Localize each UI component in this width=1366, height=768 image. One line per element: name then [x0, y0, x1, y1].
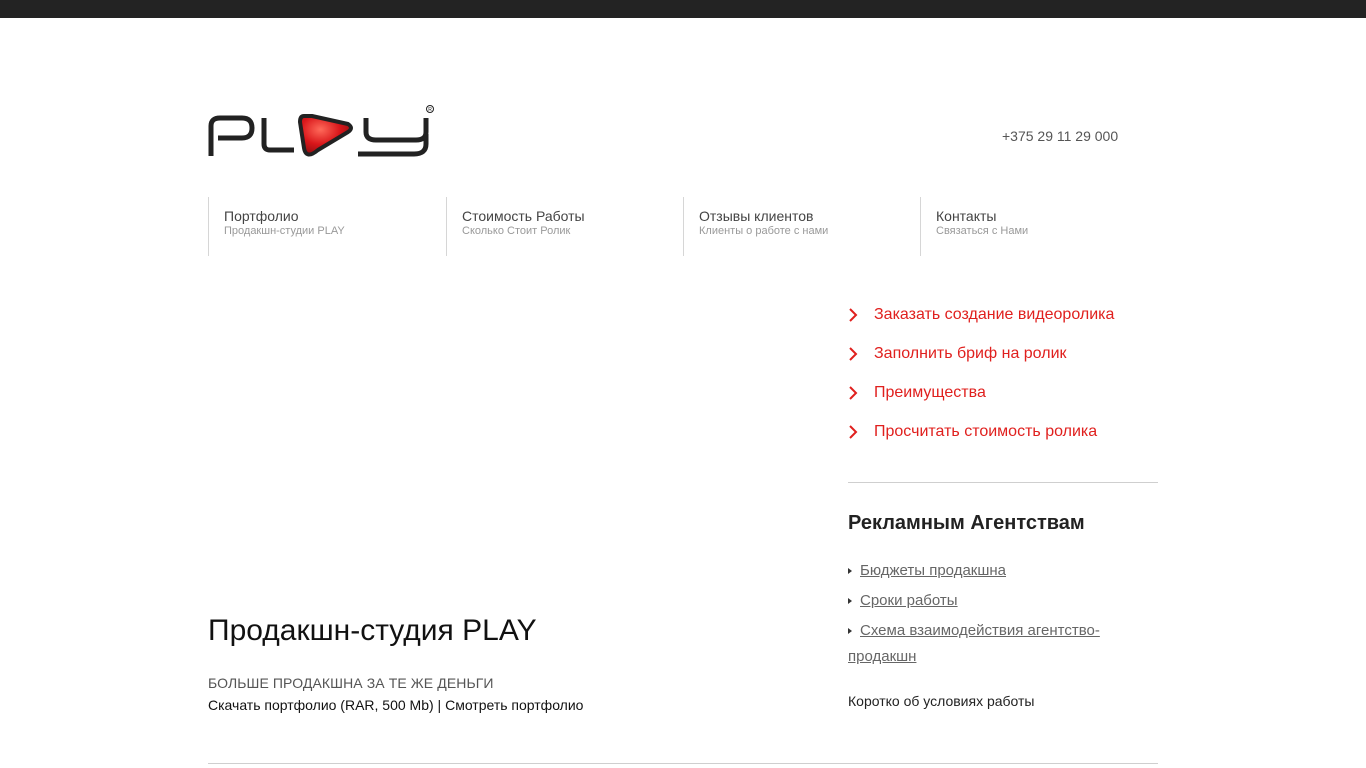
timelines-link[interactable]: Сроки работы [848, 588, 1148, 614]
nav-subtitle: Продакшн-студии PLAY [224, 225, 345, 237]
download-portfolio-link[interactable]: Скачать портфолио (RAR, 500 Mb) [208, 697, 434, 713]
advantages-link[interactable]: Преимущества [848, 382, 1158, 421]
divider [208, 763, 1158, 764]
agency-item-label: Сроки работы [860, 592, 958, 609]
nav-item-pricing[interactable]: Стоимость Работы Сколько Стоит Ролик [446, 197, 683, 256]
chevron-right-icon [849, 347, 858, 361]
nav-title: Портфолио [224, 208, 299, 224]
order-video-link[interactable]: Заказать создание видеоролика [848, 304, 1158, 343]
top-bar [0, 0, 1366, 18]
divider [848, 482, 1158, 483]
page-title: Продакшн-студия PLAY [208, 614, 537, 647]
nav-title: Стоимость Работы [462, 208, 585, 224]
svg-text:R: R [428, 107, 432, 113]
action-label: Просчитать стоимость ролика [874, 423, 1098, 440]
nav-subtitle: Связаться с Нами [936, 225, 1029, 237]
nav-subtitle: Сколько Стоит Ролик [462, 225, 571, 237]
action-label: Заполнить бриф на ролик [874, 345, 1067, 362]
nav-item-contacts[interactable]: Контакты Связаться с Нами [920, 197, 1157, 256]
chevron-right-icon [849, 308, 858, 322]
fill-brief-link[interactable]: Заполнить бриф на ролик [848, 343, 1158, 382]
link-separator: | [433, 697, 446, 713]
bullet-triangle-icon [848, 628, 852, 634]
agencies-heading: Рекламным Агентствам [848, 512, 1085, 534]
agency-item-label: Бюджеты продакшна [860, 562, 1007, 579]
bullet-triangle-icon [848, 598, 852, 604]
view-portfolio-link[interactable]: Смотреть портфолио [445, 697, 583, 713]
nav-item-portfolio[interactable]: Портфолио Продакшн-студии PLAY [208, 197, 445, 256]
budgets-link[interactable]: Бюджеты продакшна [848, 558, 1148, 584]
agencies-list: Бюджеты продакшна Сроки работы Схема вза… [848, 558, 1148, 674]
chevron-right-icon [849, 425, 858, 439]
bullet-triangle-icon [848, 568, 852, 574]
phone-number[interactable]: +375 29 11 29 000 [1002, 128, 1118, 144]
action-label: Заказать создание видеоролика [874, 306, 1115, 323]
nav-title: Отзывы клиентов [699, 208, 814, 224]
action-links: Заказать создание видеоролика Заполнить … [848, 304, 1158, 460]
calculate-cost-link[interactable]: Просчитать стоимость ролика [848, 421, 1158, 460]
nav-title: Контакты [936, 208, 997, 224]
tagline: БОЛЬШЕ ПРОДАКШНА ЗА ТЕ ЖЕ ДЕНЬГИ [208, 675, 494, 691]
agency-item-label: Схема взаимодействия агентство-продакшн [848, 622, 1100, 665]
workflow-scheme-link[interactable]: Схема взаимодействия агентство-продакшн [848, 618, 1148, 670]
nav-item-reviews[interactable]: Отзывы клиентов Клиенты о работе с нами [683, 197, 920, 256]
chevron-right-icon [849, 386, 858, 400]
action-label: Преимущества [874, 384, 986, 401]
short-conditions-link[interactable]: Коротко об условиях работы [848, 693, 1035, 709]
play-logo[interactable]: R [208, 104, 438, 166]
portfolio-links: Скачать портфолио (RAR, 500 Mb) | Смотре… [208, 697, 583, 713]
nav-subtitle: Клиенты о работе с нами [699, 225, 829, 237]
main-navigation: Портфолио Продакшн-студии PLAY Стоимость… [208, 197, 1158, 256]
